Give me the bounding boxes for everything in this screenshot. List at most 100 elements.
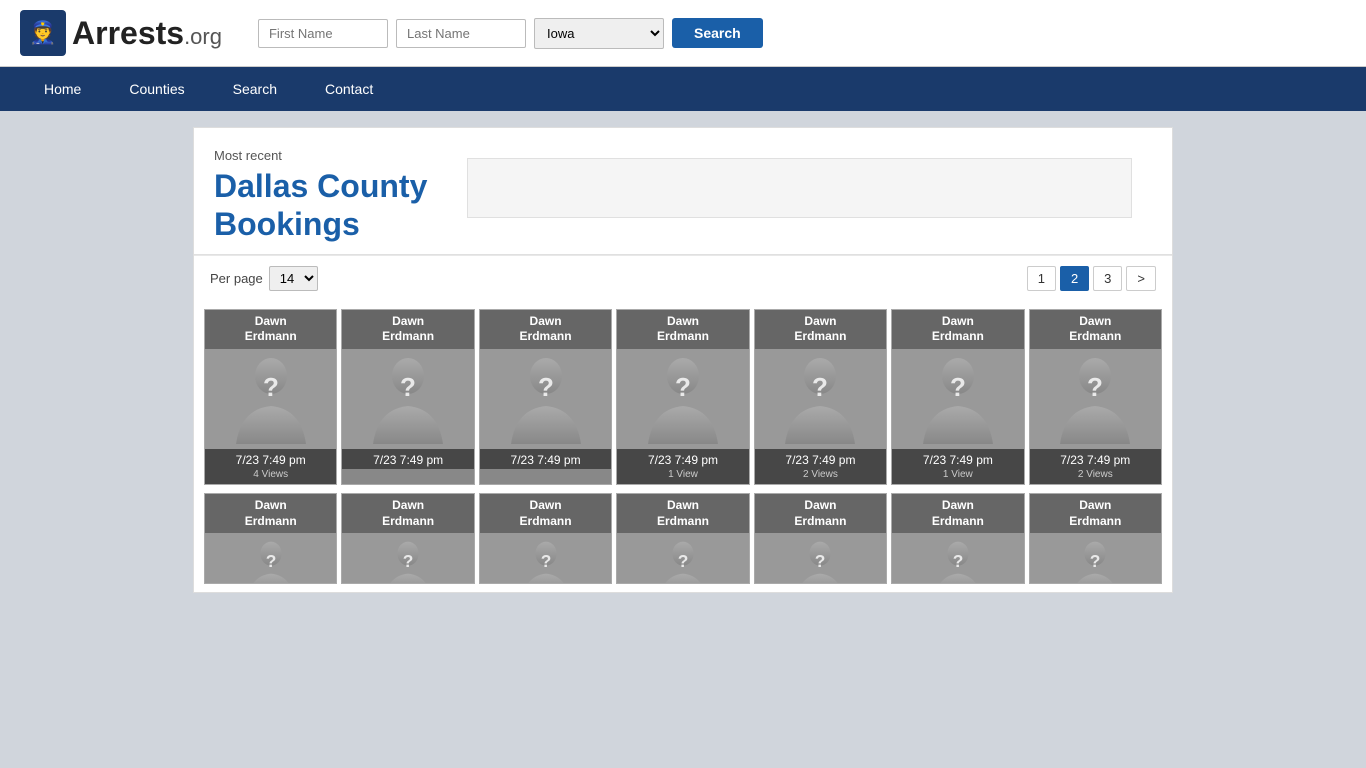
booking-name: DawnErdmann: [205, 310, 336, 349]
page-title: Dallas CountyBookings: [214, 167, 427, 244]
silhouette-icon: ?: [241, 539, 301, 583]
most-recent-label: Most recent: [214, 148, 427, 163]
booking-views: 4 Views: [205, 469, 336, 484]
booking-card[interactable]: DawnErdmann ? 7/23 7:49 pm 2 Views: [1029, 309, 1162, 485]
site-header: 👮 Arrests.org Iowa Alabama Alaska Arizon…: [0, 0, 1366, 67]
booking-card[interactable]: DawnErdmann ?: [754, 493, 887, 584]
first-name-input[interactable]: [258, 19, 388, 48]
booking-card[interactable]: DawnErdmann ?: [479, 493, 612, 584]
main-content: Most recent Dallas CountyBookings Per pa…: [183, 127, 1183, 593]
svg-text:?: ?: [953, 551, 964, 571]
booking-photo: ?: [480, 349, 611, 449]
svg-text:?: ?: [950, 372, 966, 402]
booking-card[interactable]: DawnErdmann ?: [891, 493, 1024, 584]
silhouette-icon: ?: [653, 539, 713, 583]
silhouette-icon: ?: [506, 354, 586, 444]
booking-time: 7/23 7:49 pm: [480, 449, 611, 469]
svg-text:?: ?: [400, 372, 416, 402]
booking-time: 7/23 7:49 pm: [205, 449, 336, 469]
silhouette-icon: ?: [928, 539, 988, 583]
booking-name: DawnErdmann: [342, 494, 473, 533]
search-form: Iowa Alabama Alaska Arizona California S…: [258, 18, 763, 49]
nav-search[interactable]: Search: [209, 67, 301, 111]
svg-text:?: ?: [815, 551, 826, 571]
page-next[interactable]: >: [1126, 266, 1156, 291]
nav-home[interactable]: Home: [20, 67, 105, 111]
booking-card[interactable]: DawnErdmann ? 7/23 7:49 pm 1 View: [616, 309, 749, 485]
per-page-label: Per page: [210, 271, 263, 286]
svg-text:?: ?: [403, 551, 414, 571]
svg-text:?: ?: [675, 372, 691, 402]
page-1[interactable]: 1: [1027, 266, 1056, 291]
booking-card[interactable]: DawnErdmann ? 7/23 7:49 pm 2 Views: [754, 309, 887, 485]
silhouette-icon: ?: [1055, 354, 1135, 444]
booking-name: DawnErdmann: [480, 494, 611, 533]
page-2[interactable]: 2: [1060, 266, 1089, 291]
booking-views: 1 View: [892, 469, 1023, 484]
search-button[interactable]: Search: [672, 18, 763, 48]
svg-text:?: ?: [263, 372, 279, 402]
booking-photo: ?: [892, 349, 1023, 449]
nav-counties[interactable]: Counties: [105, 67, 208, 111]
booking-name: DawnErdmann: [755, 494, 886, 533]
main-nav: Home Counties Search Contact: [0, 67, 1366, 111]
booking-card[interactable]: DawnErdmann ? 7/23 7:49 pm: [479, 309, 612, 485]
booking-name: DawnErdmann: [617, 310, 748, 349]
booking-name: DawnErdmann: [892, 494, 1023, 533]
controls-bar: Per page 7 14 28 1 2 3 >: [194, 255, 1172, 301]
booking-card[interactable]: DawnErdmann ?: [341, 493, 474, 584]
booking-photo: ?: [205, 349, 336, 449]
site-logo[interactable]: 👮 Arrests.org: [20, 10, 222, 56]
silhouette-icon: ?: [368, 354, 448, 444]
svg-text:?: ?: [1090, 551, 1101, 571]
booking-views: 2 Views: [1030, 469, 1161, 484]
silhouette-icon: ?: [780, 354, 860, 444]
booking-photo: ?: [617, 533, 748, 583]
svg-text:?: ?: [678, 551, 689, 571]
logo-icon: 👮: [20, 10, 66, 56]
booking-photo: ?: [1030, 349, 1161, 449]
booking-card[interactable]: DawnErdmann ? 7/23 7:49 pm 1 View: [891, 309, 1024, 485]
booking-name: DawnErdmann: [342, 310, 473, 349]
booking-views: 2 Views: [755, 469, 886, 484]
svg-text:?: ?: [265, 551, 276, 571]
per-page-select[interactable]: 7 14 28: [269, 266, 318, 291]
svg-text:?: ?: [540, 551, 551, 571]
pagination: 1 2 3 >: [1027, 266, 1156, 291]
page-3[interactable]: 3: [1093, 266, 1122, 291]
booking-name: DawnErdmann: [892, 310, 1023, 349]
last-name-input[interactable]: [396, 19, 526, 48]
silhouette-icon: ?: [790, 539, 850, 583]
booking-name: DawnErdmann: [617, 494, 748, 533]
booking-photo: ?: [892, 533, 1023, 583]
state-select[interactable]: Iowa Alabama Alaska Arizona California: [534, 18, 664, 49]
booking-photo: ?: [755, 533, 886, 583]
svg-text:👮: 👮: [29, 19, 56, 45]
booking-card[interactable]: DawnErdmann ?: [204, 493, 337, 584]
booking-card[interactable]: DawnErdmann ? 7/23 7:49 pm 4 Views: [204, 309, 337, 485]
booking-name: DawnErdmann: [1030, 310, 1161, 349]
booking-name: DawnErdmann: [1030, 494, 1161, 533]
silhouette-icon: ?: [378, 539, 438, 583]
booking-card[interactable]: DawnErdmann ? 7/23 7:49 pm: [341, 309, 474, 485]
nav-contact[interactable]: Contact: [301, 67, 397, 111]
svg-text:?: ?: [812, 372, 828, 402]
booking-views: 1 View: [617, 469, 748, 484]
booking-photo: ?: [617, 349, 748, 449]
booking-time: 7/23 7:49 pm: [342, 449, 473, 469]
booking-card[interactable]: DawnErdmann ?: [616, 493, 749, 584]
bookings-grid-row1: DawnErdmann ? 7/23 7:49 pm 4 Views DawnE…: [194, 301, 1172, 493]
silhouette-icon: ?: [516, 539, 576, 583]
booking-photo: ?: [342, 349, 473, 449]
booking-photo: ?: [755, 349, 886, 449]
booking-photo: ?: [342, 533, 473, 583]
booking-photo: ?: [480, 533, 611, 583]
content-card: Most recent Dallas CountyBookings Per pa…: [193, 127, 1173, 593]
booking-name: DawnErdmann: [205, 494, 336, 533]
ad-banner: [467, 158, 1132, 218]
booking-time: 7/23 7:49 pm: [892, 449, 1023, 469]
booking-card[interactable]: DawnErdmann ?: [1029, 493, 1162, 584]
booking-name: DawnErdmann: [480, 310, 611, 349]
svg-text:?: ?: [538, 372, 554, 402]
svg-text:?: ?: [1087, 372, 1103, 402]
